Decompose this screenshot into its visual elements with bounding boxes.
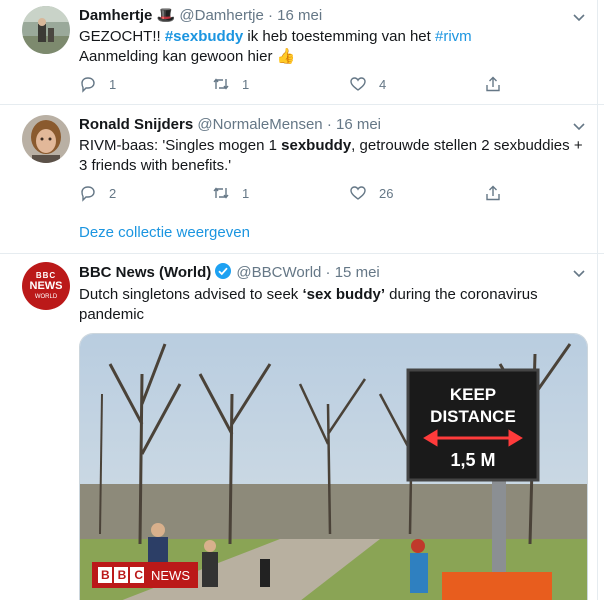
- heart-icon: [350, 77, 366, 91]
- display-name[interactable]: Ronald Snijders: [79, 116, 193, 133]
- reply-icon: [81, 77, 95, 93]
- highlight-sexbuddy: sexbuddy: [281, 137, 352, 154]
- display-name[interactable]: BBC News (World): [79, 264, 211, 281]
- name-emoji: 🎩: [156, 7, 176, 24]
- retweet-icon: [213, 78, 229, 90]
- verified-badge-icon: [215, 263, 232, 279]
- sign-meters-text: 1,5 M: [450, 450, 495, 470]
- reply-button[interactable]: 1: [79, 74, 116, 94]
- text-segment: RIVM-baas: 'Singles mogen 1: [79, 137, 282, 154]
- tweet-text: GEZOCHT!! #sexbuddy ik heb toestemming v…: [79, 27, 584, 67]
- tweet-date[interactable]: 16 mei: [277, 7, 322, 24]
- separator-dot: ·: [326, 116, 332, 133]
- tweet-header: Damhertje 🎩 @Damhertje · 16 mei: [79, 6, 322, 26]
- avatar[interactable]: [22, 115, 70, 163]
- share-button[interactable]: [484, 74, 502, 94]
- world-logo-text: WORLD: [34, 294, 58, 300]
- chevron-down-icon[interactable]: [572, 266, 586, 280]
- reply-count: 2: [109, 185, 117, 201]
- separator-dot: ·: [325, 264, 331, 281]
- reply-count: 1: [109, 76, 117, 92]
- chevron-down-icon[interactable]: [572, 10, 586, 24]
- highlight-sex-buddy: ‘sex buddy’: [302, 286, 385, 303]
- handle[interactable]: @BBCWorld: [236, 264, 321, 281]
- separator-dot: ·: [267, 7, 273, 24]
- hashtag-rivm[interactable]: #rivm: [435, 28, 472, 45]
- tweet-actions: 1 1 4: [79, 74, 519, 94]
- text-segment: ik heb toestemming van het: [243, 28, 435, 45]
- like-button[interactable]: 26: [349, 183, 393, 203]
- share-button[interactable]: [484, 183, 502, 203]
- like-button[interactable]: 4: [349, 74, 386, 94]
- handle[interactable]: @NormaleMensen: [197, 116, 322, 133]
- retweet-button[interactable]: 1: [212, 74, 249, 94]
- display-name[interactable]: Damhertje: [79, 7, 152, 24]
- text-segment: Aanmelding kan gewoon hier: [79, 48, 277, 65]
- like-count: 26: [379, 185, 394, 201]
- news-logo-text: NEWS: [29, 280, 63, 292]
- chevron-down-icon[interactable]: [572, 119, 586, 133]
- thumbs-up-emoji: 👍: [276, 48, 296, 65]
- retweet-count: 1: [242, 185, 250, 201]
- text-segment: GEZOCHT!!: [79, 28, 165, 45]
- tweet-text: RIVM-baas: 'Singles mogen 1 sexbuddy, ge…: [79, 136, 584, 176]
- handle[interactable]: @Damhertje: [179, 7, 263, 24]
- tweet-damhertje[interactable]: Damhertje 🎩 @Damhertje · 16 mei GEZOCHT!…: [0, 0, 604, 104]
- retweet-count: 1: [242, 76, 250, 92]
- reply-icon: [81, 186, 95, 202]
- tweet-date[interactable]: 15 mei: [335, 264, 380, 281]
- tweet-text: Dutch singletons advised to seek ‘sex bu…: [79, 285, 584, 325]
- bbc-logo-text: BBC: [35, 271, 57, 280]
- tweet-header: Ronald Snijders @NormaleMensen · 16 mei: [79, 115, 381, 135]
- avatar[interactable]: BBC NEWS WORLD: [22, 262, 70, 310]
- news-letters: NEWS: [151, 567, 190, 583]
- tweet-date[interactable]: 16 mei: [336, 116, 381, 133]
- bbc-letters: BBC: [101, 568, 151, 582]
- tweet-header: BBC News (World) @BBCWorld · 15 mei: [79, 262, 380, 283]
- heart-icon: [350, 186, 366, 200]
- tweet-actions: 2 1 26: [79, 183, 519, 203]
- like-count: 4: [379, 76, 387, 92]
- view-collection-link[interactable]: Deze collectie weergeven: [79, 224, 250, 241]
- reply-button[interactable]: 2: [79, 183, 116, 203]
- tweet-media-image[interactable]: KEEP DISTANCE 1,5 M BBC NEWS: [79, 333, 588, 600]
- bbc-news-watermark: BBC NEWS: [98, 567, 190, 583]
- share-icon: [486, 185, 500, 201]
- share-icon: [486, 76, 500, 92]
- retweet-icon: [213, 187, 229, 199]
- text-segment: Dutch singletons advised to seek: [79, 286, 303, 303]
- sign-keep-text: KEEP: [450, 385, 496, 404]
- sign-distance-text: DISTANCE: [430, 407, 516, 426]
- avatar[interactable]: [22, 6, 70, 54]
- hashtag-sexbuddy[interactable]: #sexbuddy: [165, 28, 243, 45]
- tweet-ronald-snijders[interactable]: Ronald Snijders @NormaleMensen · 16 mei …: [0, 105, 604, 253]
- retweet-button[interactable]: 1: [212, 183, 249, 203]
